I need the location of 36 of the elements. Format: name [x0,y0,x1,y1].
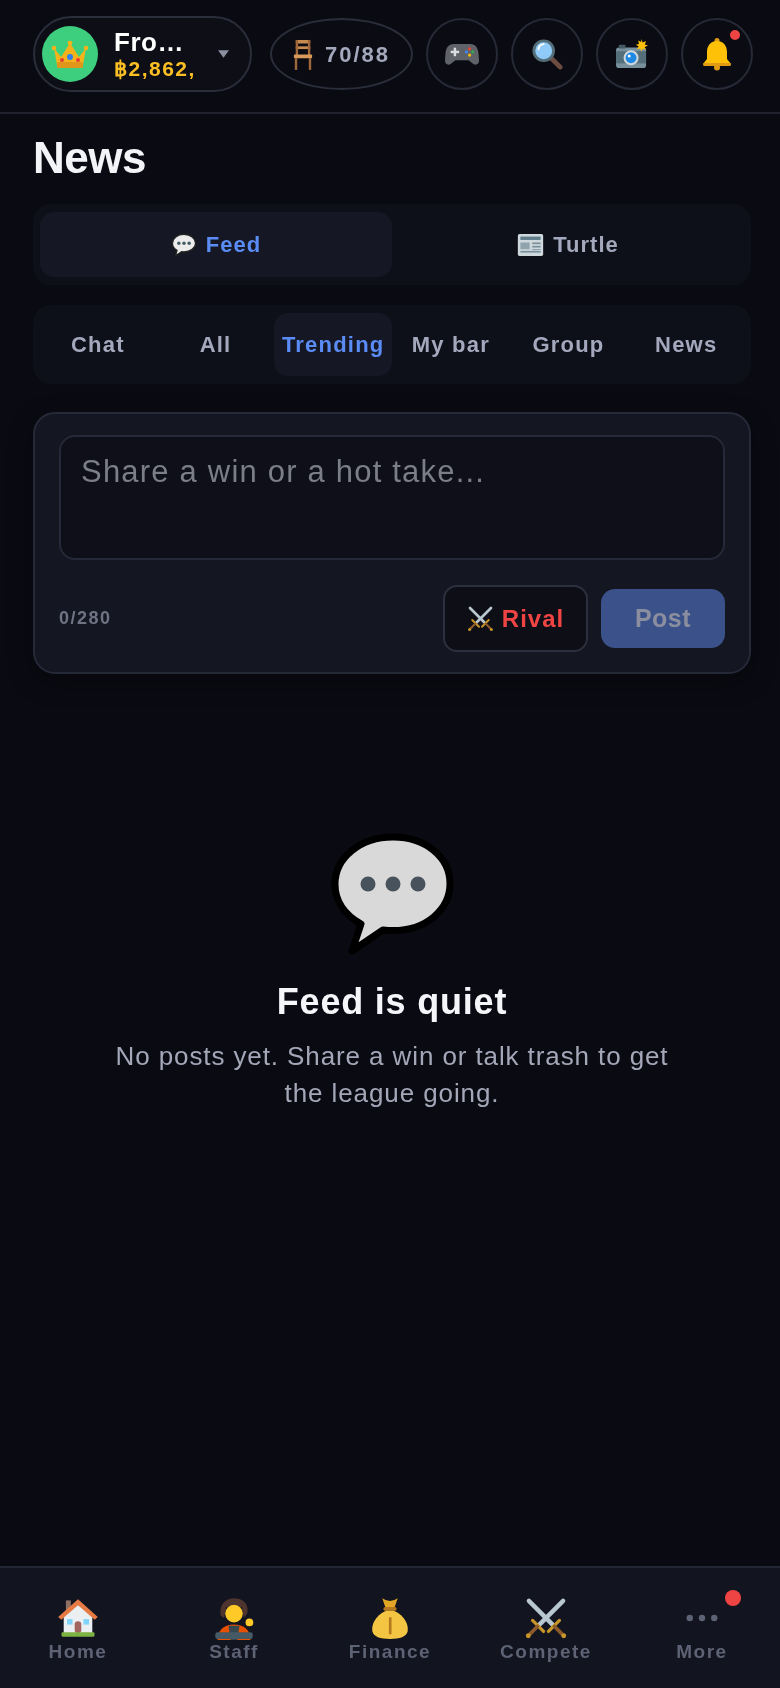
rival-button[interactable]: Rival [443,585,588,652]
nav-tab[interactable]: Finance [312,1568,468,1688]
seat-count-button[interactable]: 70/88 [270,18,413,90]
profile-button[interactable]: Fro… ฿2,862, [33,16,252,92]
person-icon [212,1596,256,1640]
chair-icon [292,38,313,70]
gamepad-icon [445,41,479,67]
empty-state-title: Feed is quiet [275,980,509,1023]
nav-tab[interactable]: Home [0,1568,156,1688]
nav-tab[interactable]: More [624,1568,780,1688]
crown-icon [42,26,98,82]
dots-icon [686,1614,718,1622]
nav-tab[interactable]: Compete [468,1568,624,1688]
empty-state-message: No posts yet. Share a win or talk trash to get the league going. [114,1040,670,1110]
filter-tab[interactable]: News [627,313,746,376]
crossed-swords-icon [466,605,494,632]
filter-tab[interactable]: Chat [39,313,157,376]
segment-tab[interactable]: Feed [40,212,392,277]
filter-tab[interactable]: Trending [274,313,392,376]
page-title: News [33,132,147,184]
speech-bubble-icon [170,232,197,257]
crossed-swords-icon [524,1596,568,1640]
coin-balance: ฿2,862, [114,56,196,81]
filter-tab[interactable]: Group [509,313,628,376]
filter-tab[interactable]: My bar [392,313,510,376]
newspaper-icon [517,232,545,257]
caret-icon [218,50,229,58]
user-name: Fro… [114,27,185,57]
character-count: 0/280 [59,607,112,630]
post-textarea[interactable]: Share a win or a hot take... [59,435,725,560]
camera-icon [615,39,649,69]
segment-tab[interactable]: Turtle [392,212,744,277]
nav-tab[interactable]: Staff [156,1568,312,1688]
bell-icon [701,37,733,71]
search-icon [531,38,563,70]
filter-tab[interactable]: All [156,313,275,376]
